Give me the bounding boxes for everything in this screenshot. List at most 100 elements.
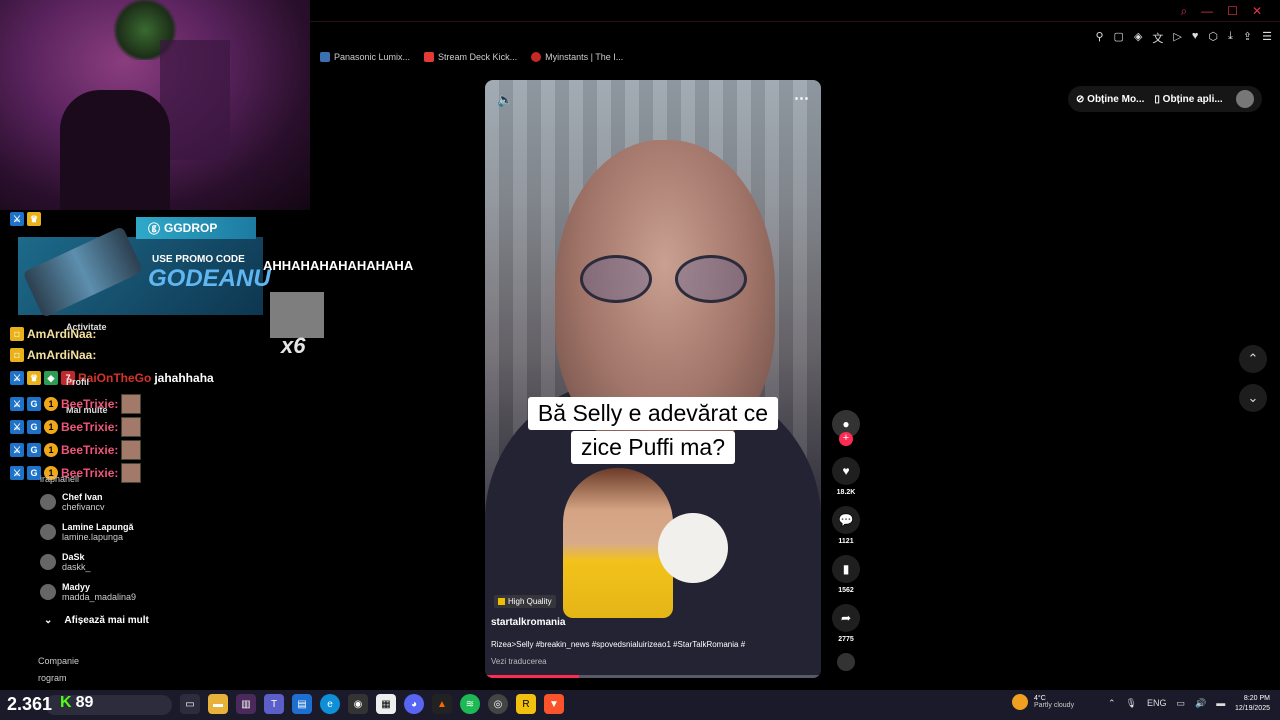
- quality-icon: [498, 598, 505, 605]
- followed-channel[interactable]: DaSk daskk_: [40, 552, 91, 572]
- channel-name: Lamine Lapungă: [62, 522, 134, 532]
- share-icon[interactable]: ⇪: [1243, 30, 1252, 46]
- volume-icon[interactable]: 🔈: [497, 92, 513, 108]
- chevron-up-icon[interactable]: ⌃: [1108, 698, 1116, 709]
- share-arrow-icon[interactable]: ➦: [832, 604, 860, 632]
- video-progress[interactable]: [485, 675, 821, 678]
- task-view-icon[interactable]: ▭: [180, 694, 200, 714]
- download-icon[interactable]: ⤓: [1228, 30, 1233, 46]
- window-controls: ⌕ — ☐ ✕: [1180, 4, 1262, 19]
- see-translation-link[interactable]: Vezi traducerea: [491, 657, 547, 666]
- clock-time: 8:20 PM: [1243, 695, 1270, 702]
- quality-label: High Quality: [508, 597, 552, 606]
- tab-icon[interactable]: ▢: [1114, 30, 1124, 46]
- show-more-button[interactable]: ⌄ Afișează mai mult: [44, 615, 149, 626]
- app-icon[interactable]: ▥: [236, 694, 256, 714]
- show-more-label: Afișează mai mult: [64, 615, 149, 626]
- next-video-button[interactable]: ⌄: [1239, 384, 1267, 412]
- profile-label[interactable]: Profil: [66, 377, 89, 387]
- share-action[interactable]: ➦ 2775: [828, 604, 864, 643]
- system-tray: ⌃ 🎙 ENG ▭ 🔊 ▬: [1108, 698, 1225, 709]
- heart-icon[interactable]: ♥: [832, 457, 860, 485]
- monitor-icon[interactable]: ▭: [1177, 698, 1186, 709]
- menu-icon[interactable]: ☰: [1262, 30, 1272, 46]
- extensions-icon[interactable]: ⬡: [1208, 30, 1218, 46]
- music-disc-icon[interactable]: [837, 653, 855, 671]
- channel-user: iraphahell: [40, 474, 80, 484]
- weather-desc: Partly cloudy: [1034, 702, 1075, 709]
- store-icon[interactable]: ▦: [376, 694, 396, 714]
- play-icon[interactable]: ▷: [1173, 30, 1181, 46]
- app-icon[interactable]: ▤: [292, 694, 312, 714]
- clock[interactable]: 8:20 PM 12/19/2025: [1226, 694, 1270, 714]
- more-options-icon[interactable]: ⋯: [794, 89, 809, 107]
- language-indicator[interactable]: ENG: [1147, 698, 1167, 709]
- brave-icon[interactable]: ▼: [544, 694, 564, 714]
- channel-name: DaSk: [62, 552, 85, 562]
- chevron-up-icon: ⌃: [1247, 351, 1259, 366]
- promo-header: ⓖ GGDROP: [136, 217, 256, 239]
- heart-icon[interactable]: ♥: [1192, 30, 1199, 46]
- bookmark-stream-deck[interactable]: Stream Deck Kick...: [424, 52, 517, 62]
- volume-icon[interactable]: 🔊: [1195, 698, 1206, 709]
- battery-icon[interactable]: ▬: [1216, 698, 1225, 709]
- minimize-icon[interactable]: —: [1201, 4, 1213, 19]
- channel-user: chefivancv: [62, 502, 105, 512]
- caption-text: zice Puffi ma?: [570, 431, 736, 464]
- chat-emote: [121, 463, 142, 483]
- video-author[interactable]: startalkromania: [491, 617, 565, 628]
- steam-icon[interactable]: ◉: [348, 694, 368, 714]
- followed-channel[interactable]: iraphahell: [40, 474, 79, 484]
- get-mode-button[interactable]: ⊘ Obține Mo...: [1076, 94, 1144, 105]
- creator-avatar[interactable]: ● +: [828, 410, 864, 446]
- rockstar-icon[interactable]: R: [516, 694, 536, 714]
- discord-icon[interactable]: ◕: [404, 694, 424, 714]
- channel-text: iraphahell: [40, 474, 79, 484]
- video-player[interactable]: Bă Selly e adevărat ce zice Puffi ma? 🔈 …: [485, 80, 821, 678]
- search-icon[interactable]: ⌕: [1180, 4, 1187, 19]
- close-icon[interactable]: ✕: [1252, 4, 1262, 19]
- pin-icon[interactable]: ⚲: [1095, 30, 1103, 46]
- followed-channel[interactable]: Lamine Lapungă lamine.lapunga: [40, 522, 134, 542]
- app-icon[interactable]: ▲: [432, 694, 452, 714]
- crown-icon: ♛: [27, 212, 41, 226]
- microphone-icon[interactable]: 🎙: [1126, 698, 1137, 709]
- teams-icon[interactable]: T: [264, 694, 284, 714]
- save-action[interactable]: ▮ 1562: [828, 555, 864, 594]
- followed-channel[interactable]: Madyy madda_madalina9: [40, 582, 136, 602]
- followed-channel[interactable]: Chef Ivan chefivancv: [40, 492, 105, 512]
- chat-nick: BeeTrixie:: [61, 443, 119, 457]
- weather-widget[interactable]: 4°C Partly cloudy: [1012, 694, 1074, 710]
- bookmark-panasonic[interactable]: Panasonic Lumix...: [320, 52, 410, 62]
- shield-icon[interactable]: ◈: [1134, 30, 1142, 46]
- promo-code: GODEANU: [148, 265, 271, 292]
- previous-video-button[interactable]: ⌃: [1239, 345, 1267, 373]
- promo-line: USE PROMO CODE: [152, 254, 245, 265]
- bookmark-favicon: [320, 52, 330, 62]
- comment-action[interactable]: 💬 1121: [828, 506, 864, 545]
- get-app-button[interactable]: ▯ Obține apli...: [1154, 94, 1222, 105]
- edge-icon[interactable]: e: [320, 694, 340, 714]
- obs-icon[interactable]: ◎: [488, 694, 508, 714]
- avatar[interactable]: [1236, 90, 1254, 108]
- comment-icon[interactable]: 💬: [832, 506, 860, 534]
- follow-plus-icon[interactable]: +: [839, 432, 853, 446]
- like-action[interactable]: ♥ 18.2K: [828, 457, 864, 496]
- get-mode-label: Obține Mo...: [1087, 93, 1145, 105]
- file-explorer-icon[interactable]: ▬: [208, 694, 228, 714]
- chat-laugh-text: AHHAHAHAHAHAHAHA: [263, 258, 414, 273]
- gaming-chair: [60, 90, 170, 210]
- maximize-icon[interactable]: ☐: [1227, 4, 1238, 19]
- bookmark-myinstants[interactable]: Myinstants | The I...: [531, 52, 623, 62]
- chat-message: ⚔ G 1 BeeTrixie:: [10, 417, 142, 437]
- spotify-icon[interactable]: ≋: [460, 694, 480, 714]
- chat-nick: AmArdiNaa:: [27, 348, 97, 362]
- youtube-icon: [424, 52, 435, 62]
- get-app-label: Obține apli...: [1162, 93, 1223, 105]
- channel-text: Chef Ivan chefivancv: [62, 492, 105, 512]
- sound-action[interactable]: [828, 653, 864, 671]
- bookmark-icon[interactable]: ▮: [832, 555, 860, 583]
- channel-text: DaSk daskk_: [62, 552, 91, 572]
- translate-icon[interactable]: 文: [1152, 30, 1163, 46]
- chat-nick: AmArdiNaa:: [27, 327, 97, 341]
